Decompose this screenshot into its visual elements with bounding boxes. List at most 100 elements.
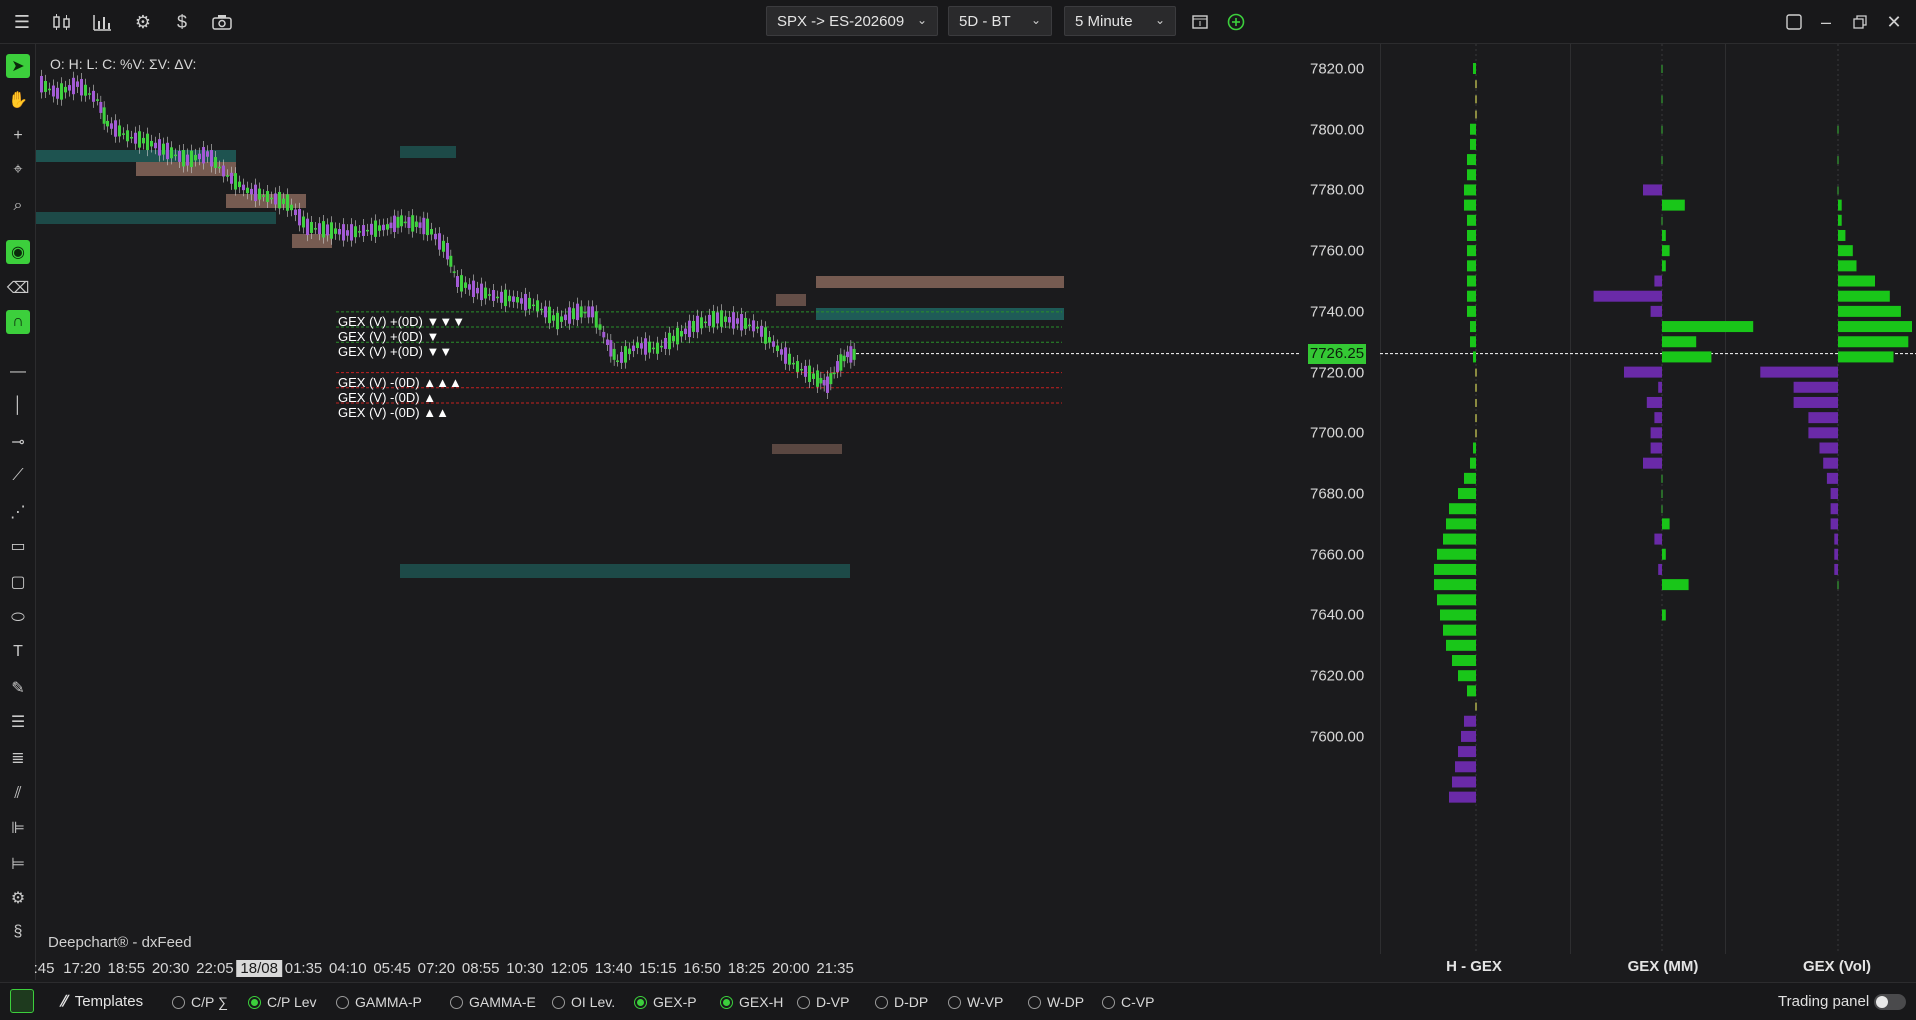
time-axis[interactable]: :45 17:20 18:55 20:30 22:05 18/08 01:35 04:10 05… — [34, 954, 1300, 980]
range-profile-icon[interactable]: ⊨ — [6, 852, 30, 876]
price-axis[interactable]: 7820.00 7800.00 7780.00 7760.00 7740.00 7720.… — [1300, 44, 1380, 980]
dollar-icon[interactable]: $ — [170, 10, 194, 34]
option-label: W-DP — [1047, 994, 1085, 1010]
pointer-icon[interactable]: ➤ — [6, 54, 30, 78]
hgex-bar — [1475, 110, 1477, 119]
candle — [500, 291, 503, 303]
fib-icon[interactable]: ☰ — [6, 710, 30, 734]
close-icon[interactable]: ✕ — [1882, 10, 1906, 34]
gex-level-label: GEX (V) -(0D) ▲ — [338, 389, 437, 405]
panel-toggle-icon[interactable] — [10, 989, 34, 1013]
option-gamma-p[interactable]: GAMMA-P — [336, 994, 422, 1010]
hgex-bar — [1473, 63, 1476, 74]
horizontal-line-icon[interactable]: — — [6, 360, 30, 384]
trend-line-icon[interactable]: ⟋ — [6, 464, 30, 488]
time-tick: 07:20 — [417, 960, 456, 977]
mm-bar — [1661, 474, 1663, 483]
hgex-bar — [1464, 715, 1476, 727]
candle — [512, 296, 515, 302]
candlestick-icon[interactable] — [50, 10, 74, 34]
ray-icon[interactable]: ⊸ — [6, 430, 30, 454]
option-gamma-e[interactable]: GAMMA-E — [450, 994, 536, 1010]
camera-icon[interactable] — [210, 10, 234, 34]
candle — [274, 193, 277, 205]
vertical-line-icon[interactable]: │ — [6, 394, 30, 418]
current-price-badge: 7726.25 — [1308, 343, 1366, 364]
save-layout-icon[interactable] — [1188, 10, 1212, 34]
range-dropdown[interactable]: 5D - BT ⌄ — [948, 6, 1052, 36]
hgex-bar — [1475, 95, 1477, 104]
volume-profile-icon[interactable]: ⊫ — [6, 816, 30, 840]
candle — [411, 215, 415, 232]
vol-bar — [1838, 305, 1901, 317]
candle — [418, 222, 422, 228]
ruler-icon[interactable]: ▭ — [6, 534, 30, 558]
templates-button[interactable]: ⫽ Templates — [60, 993, 143, 1010]
radio-icon — [1028, 995, 1041, 1009]
vol-bar — [1837, 186, 1839, 195]
hgex-bar — [1467, 245, 1476, 257]
eye-icon[interactable]: ◉ — [6, 240, 30, 264]
magnet-icon[interactable]: ∩ — [6, 310, 30, 334]
window-frame-icon[interactable] — [1782, 10, 1806, 34]
candle — [732, 312, 735, 329]
zoom-icon[interactable]: ⌕ — [6, 194, 30, 218]
candle — [560, 316, 563, 322]
levels-icon[interactable]: ≣ — [6, 746, 30, 770]
crosshair-icon[interactable]: + — [6, 124, 30, 148]
path-icon[interactable]: ⋰ — [6, 500, 30, 524]
minimize-icon[interactable]: – — [1814, 10, 1838, 34]
hand-icon[interactable]: ✋ — [6, 88, 30, 112]
price-tick: 7680.00 — [1310, 485, 1365, 503]
hgex-bar — [1467, 305, 1476, 317]
restore-icon[interactable] — [1848, 10, 1872, 34]
option-c-p-lev[interactable]: C/P Lev — [248, 994, 317, 1010]
rectangle-icon[interactable]: ▢ — [6, 570, 30, 594]
price-chart[interactable]: O: H: L: C: %V: ΣV: ΔV: GEX (V) +(0D) ▼▼… — [36, 44, 1300, 980]
option-w-vp[interactable]: W-VP — [948, 994, 1003, 1010]
candle — [544, 306, 547, 318]
text-icon[interactable]: T — [6, 640, 30, 664]
candle — [198, 153, 201, 160]
mm-bar — [1658, 563, 1662, 575]
option-c-vp[interactable]: C-VP — [1102, 994, 1154, 1010]
magnet-cursor-icon[interactable]: ⌖ — [6, 158, 30, 182]
gex-level-label: GEX (V) -(0D) ▲▲▲ — [338, 374, 462, 390]
settings-profile-icon[interactable]: ⚙ — [6, 886, 30, 910]
chevron-down-icon: ⌄ — [1030, 13, 1041, 27]
option-c-p-[interactable]: C/P ∑ — [172, 994, 228, 1010]
settings-icon[interactable]: ⚙ — [131, 10, 155, 34]
candle — [102, 107, 106, 124]
pencil-icon[interactable]: ✎ — [6, 676, 30, 700]
time-tick: 16:50 — [683, 960, 721, 977]
option-gex-h[interactable]: GEX-H — [720, 994, 783, 1010]
option-oi-lev-[interactable]: OI Lev. — [552, 994, 615, 1010]
eraser-icon[interactable]: ⌫ — [6, 276, 30, 300]
ellipse-icon[interactable]: ⬭ — [6, 606, 30, 630]
interval-dropdown[interactable]: 5 Minute ⌄ — [1064, 6, 1176, 36]
option-gex-p[interactable]: GEX-P — [634, 994, 697, 1010]
add-icon[interactable] — [1224, 10, 1248, 34]
trading-panel-toggle[interactable] — [1874, 994, 1906, 1010]
mm-bar — [1650, 442, 1662, 454]
option-d-dp[interactable]: D-DP — [875, 994, 928, 1010]
layers-icon[interactable]: § — [6, 920, 30, 944]
candle — [262, 195, 265, 197]
price-tick: 7820.00 — [1310, 60, 1365, 78]
candle — [792, 362, 795, 365]
option-w-dp[interactable]: W-DP — [1028, 994, 1084, 1010]
candle — [194, 154, 197, 161]
vol-bar — [1808, 412, 1838, 424]
menu-icon[interactable]: ☰ — [10, 10, 34, 34]
symbol-dropdown[interactable]: SPX -> ES-202609 ⌄ — [766, 6, 938, 36]
bar-chart-icon[interactable] — [90, 10, 114, 34]
hgex-bar — [1461, 730, 1476, 742]
time-tick: 18:25 — [727, 960, 766, 977]
radio-icon — [797, 995, 810, 1009]
option-d-vp[interactable]: D-VP — [797, 994, 849, 1010]
option-label: OI Lev. — [571, 994, 616, 1010]
candle — [250, 188, 253, 195]
fan-icon[interactable]: ⫽ — [6, 782, 30, 806]
candle — [310, 222, 313, 233]
gex-level-label: GEX (V) -(0D) ▲▲ — [338, 404, 449, 420]
